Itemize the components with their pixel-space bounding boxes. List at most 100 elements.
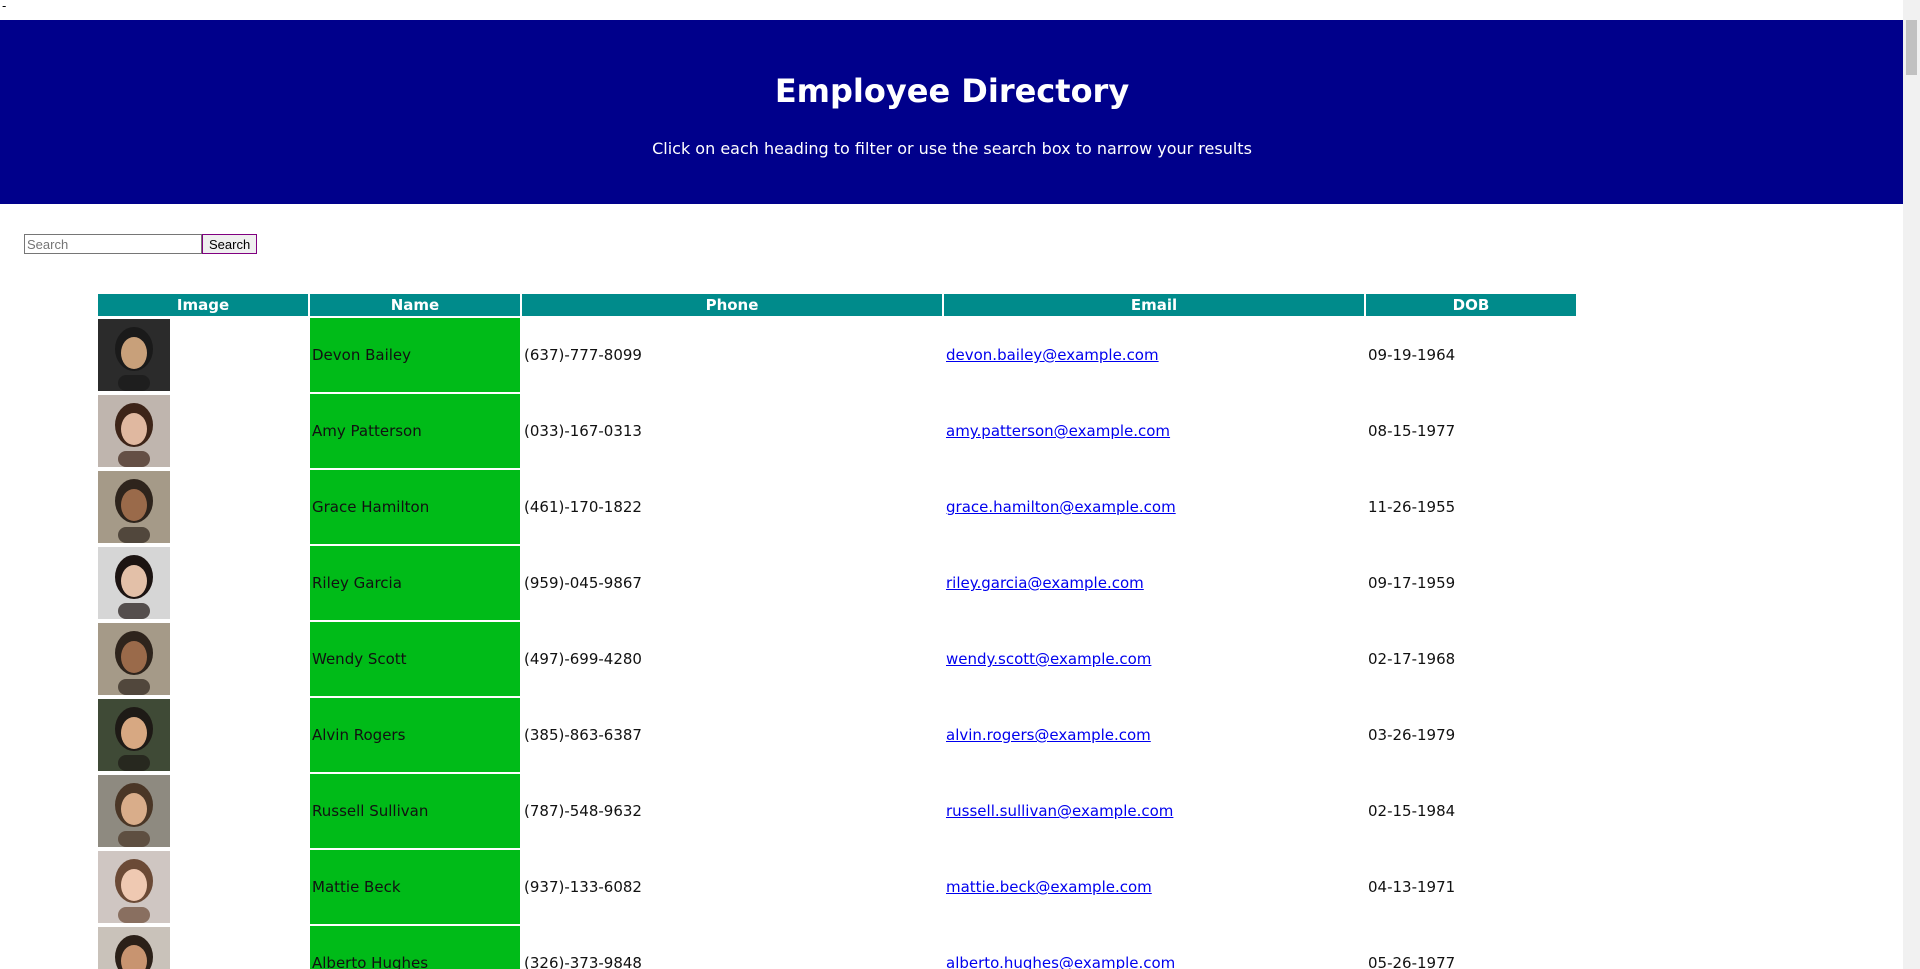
avatar <box>98 623 170 695</box>
employee-name-cell: Alberto Hughes <box>310 926 520 969</box>
avatar <box>98 319 170 391</box>
column-header-image[interactable]: Image <box>98 294 308 316</box>
employee-dob-cell: 02-15-1984 <box>1366 774 1576 848</box>
column-header-name[interactable]: Name <box>310 294 520 316</box>
table-row: Grace Hamilton (461)-170-1822 grace.hamilt… <box>98 470 1576 544</box>
employee-phone: (937)-133-6082 <box>524 878 642 896</box>
employee-phone-cell: (461)-170-1822 <box>522 470 942 544</box>
employee-dob: 04-13-1971 <box>1368 878 1456 896</box>
employee-name-cell: Devon Bailey <box>310 318 520 392</box>
employee-dob-cell: 02-17-1968 <box>1366 622 1576 696</box>
table-row: Alvin Rogers (385)-863-6387 alvin.rogers@e… <box>98 698 1576 772</box>
avatar <box>98 699 170 771</box>
table-row: Mattie Beck (937)-133-6082 mattie.beck@exa… <box>98 850 1576 924</box>
employee-dob: 11-26-1955 <box>1368 498 1456 516</box>
avatar <box>98 775 170 847</box>
employee-name-cell: Amy Patterson <box>310 394 520 468</box>
employee-name: Riley Garcia <box>312 574 402 592</box>
avatar-cell <box>98 318 308 392</box>
vertical-scrollbar[interactable] <box>1903 0 1920 969</box>
avatar-cell <box>98 546 308 620</box>
employee-name: Mattie Beck <box>312 878 401 896</box>
employee-phone: (959)-045-9867 <box>524 574 642 592</box>
avatar-cell <box>98 926 308 969</box>
email-link[interactable]: russell.sullivan@example.com <box>946 802 1173 820</box>
employee-phone-cell: (959)-045-9867 <box>522 546 942 620</box>
employee-phone: (033)-167-0313 <box>524 422 642 440</box>
employee-email-cell: wendy.scott@example.com <box>944 622 1364 696</box>
employee-email-cell: russell.sullivan@example.com <box>944 774 1364 848</box>
employee-email-cell: alberto.hughes@example.com <box>944 926 1364 969</box>
avatar-cell <box>98 622 308 696</box>
email-link[interactable]: devon.bailey@example.com <box>946 346 1159 364</box>
avatar-cell <box>98 394 308 468</box>
employee-dob-cell: 09-17-1959 <box>1366 546 1576 620</box>
table-row: Devon Bailey (637)-777-8099 devon.bailey@e… <box>98 318 1576 392</box>
email-link[interactable]: alvin.rogers@example.com <box>946 726 1151 744</box>
employee-dob-cell: 05-26-1977 <box>1366 926 1576 969</box>
employee-dob: 02-15-1984 <box>1368 802 1456 820</box>
employee-phone: (787)-548-9632 <box>524 802 642 820</box>
table-body: Devon Bailey (637)-777-8099 devon.bailey@e… <box>98 318 1576 969</box>
table-header-row: Image Name Phone Email DOB <box>98 294 1576 316</box>
employee-email-cell: mattie.beck@example.com <box>944 850 1364 924</box>
employee-name: Russell Sullivan <box>312 802 429 820</box>
employee-dob-cell: 08-15-1977 <box>1366 394 1576 468</box>
employee-phone-cell: (326)-373-9848 <box>522 926 942 969</box>
employee-phone-cell: (937)-133-6082 <box>522 850 942 924</box>
search-input[interactable] <box>24 234 202 254</box>
avatar <box>98 547 170 619</box>
employee-name: Alberto Hughes <box>312 954 429 969</box>
email-link[interactable]: grace.hamilton@example.com <box>946 498 1176 516</box>
email-link[interactable]: wendy.scott@example.com <box>946 650 1151 668</box>
page: - Employee Directory Click on each headi… <box>0 0 1920 969</box>
employee-name: Wendy Scott <box>312 650 407 668</box>
column-header-dob[interactable]: DOB <box>1366 294 1576 316</box>
email-link[interactable]: mattie.beck@example.com <box>946 878 1152 896</box>
avatar-cell <box>98 850 308 924</box>
employee-phone: (326)-373-9848 <box>524 954 642 969</box>
employee-dob-cell: 04-13-1971 <box>1366 850 1576 924</box>
avatar-cell <box>98 698 308 772</box>
employee-phone: (497)-699-4280 <box>524 650 642 668</box>
employee-phone: (385)-863-6387 <box>524 726 642 744</box>
employee-name-cell: Riley Garcia <box>310 546 520 620</box>
email-link[interactable]: riley.garcia@example.com <box>946 574 1144 592</box>
column-header-email[interactable]: Email <box>944 294 1364 316</box>
employee-name-cell: Russell Sullivan <box>310 774 520 848</box>
employee-dob: 02-17-1968 <box>1368 650 1456 668</box>
employee-table: Image Name Phone Email DOB Devon Bailey (… <box>96 292 1578 969</box>
employee-phone-cell: (033)-167-0313 <box>522 394 942 468</box>
employee-dob: 09-17-1959 <box>1368 574 1456 592</box>
email-link[interactable]: amy.patterson@example.com <box>946 422 1170 440</box>
search-button[interactable]: Search <box>202 234 258 254</box>
employee-name-cell: Wendy Scott <box>310 622 520 696</box>
scrollbar-thumb[interactable] <box>1906 20 1917 75</box>
employee-dob: 05-26-1977 <box>1368 954 1456 969</box>
page-subtitle: Click on each heading to filter or use t… <box>652 139 1252 158</box>
avatar <box>98 471 170 543</box>
employee-name: Devon Bailey <box>312 346 412 364</box>
employee-dob: 09-19-1964 <box>1368 346 1456 364</box>
employee-phone: (637)-777-8099 <box>524 346 642 364</box>
table-row: Riley Garcia (959)-045-9867 riley.garcia@e… <box>98 546 1576 620</box>
page-title: Employee Directory <box>774 72 1130 110</box>
email-link[interactable]: alberto.hughes@example.com <box>946 954 1175 969</box>
table-row: Russell Sullivan (787)-548-9632 russell.su… <box>98 774 1576 848</box>
employee-dob: 08-15-1977 <box>1368 422 1456 440</box>
employee-name: Amy Patterson <box>312 422 422 440</box>
top-dash-text: - <box>2 0 7 13</box>
employee-email-cell: devon.bailey@example.com <box>944 318 1364 392</box>
employee-name-cell: Alvin Rogers <box>310 698 520 772</box>
avatar-cell <box>98 774 308 848</box>
column-header-phone[interactable]: Phone <box>522 294 942 316</box>
employee-phone-cell: (385)-863-6387 <box>522 698 942 772</box>
employee-dob-cell: 03-26-1979 <box>1366 698 1576 772</box>
table-row: Amy Patterson (033)-167-0313 amy.patterson… <box>98 394 1576 468</box>
employee-email-cell: riley.garcia@example.com <box>944 546 1364 620</box>
employee-name: Grace Hamilton <box>312 498 430 516</box>
employee-dob: 03-26-1979 <box>1368 726 1456 744</box>
employee-dob-cell: 11-26-1955 <box>1366 470 1576 544</box>
search-bar: Search <box>24 234 258 254</box>
employee-phone-cell: (497)-699-4280 <box>522 622 942 696</box>
